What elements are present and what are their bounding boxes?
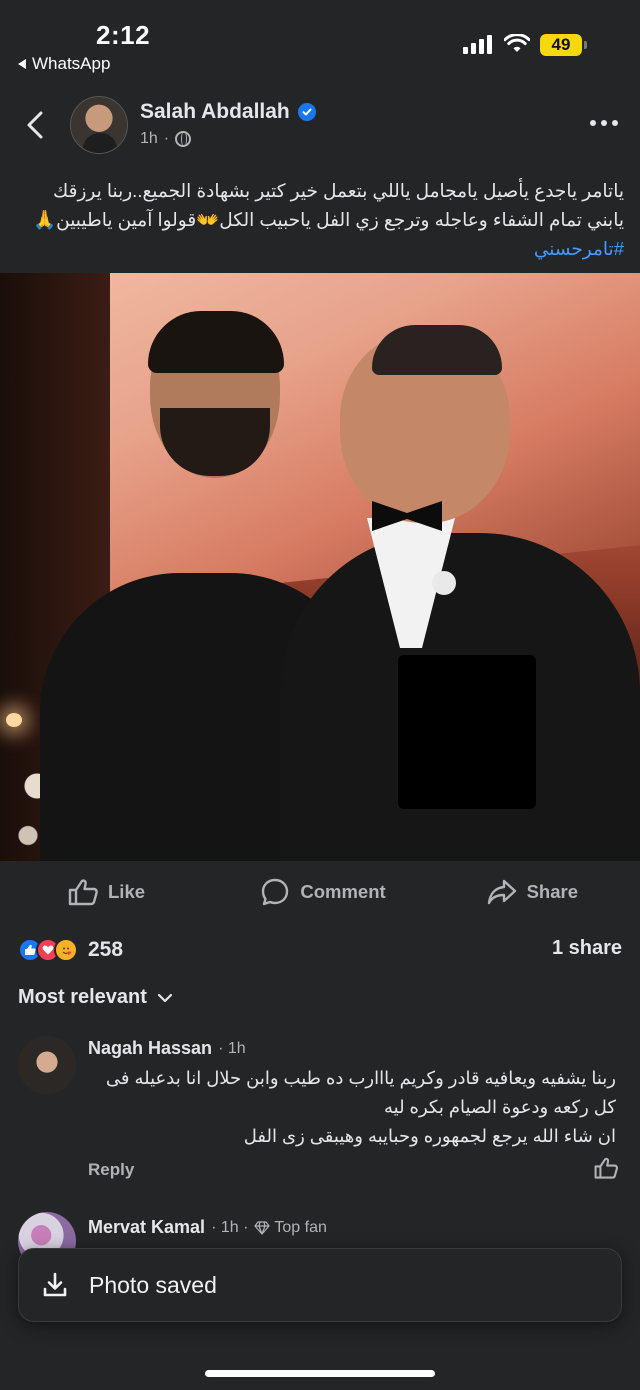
meta-separator: · — [163, 130, 170, 147]
top-fan-badge: Top fan — [254, 1218, 327, 1237]
reaction-count: 258 — [88, 938, 124, 961]
share-button[interactable]: Share — [408, 866, 640, 918]
comment-button[interactable]: Comment — [238, 866, 408, 918]
chevron-down-icon — [157, 993, 173, 1002]
commenter-name[interactable]: Mervat Kamal — [88, 1217, 205, 1238]
like-label: Like — [108, 881, 146, 902]
photo-lapel-rose — [432, 571, 456, 595]
back-triangle-icon — [18, 59, 26, 69]
photo-person-right-hair — [372, 325, 502, 375]
comment-time: · 1h — [218, 1039, 246, 1057]
comment-label: Comment — [300, 881, 386, 902]
battery-tip — [584, 41, 587, 49]
battery-indicator: 49 — [540, 34, 587, 56]
top-fan-label: Top fan — [274, 1218, 327, 1236]
toast-message: Photo saved — [89, 1271, 217, 1298]
home-indicator[interactable] — [205, 1370, 435, 1377]
facebook-post-screen: 2:12 WhatsApp 49 Salah Abdallah 1h · يات… — [0, 0, 640, 1390]
comment-time: · 1h · — [211, 1218, 249, 1236]
photo-redaction-box — [398, 655, 536, 809]
back-app-label: WhatsApp — [32, 54, 111, 73]
care-reaction-icon — [54, 938, 78, 962]
author-name-row: Salah Abdallah — [140, 100, 316, 124]
thumbs-up-icon — [68, 879, 98, 906]
hashtag-link[interactable]: #تامرحسني — [534, 238, 624, 259]
reaction-icons — [18, 938, 78, 962]
diamond-icon — [254, 1220, 271, 1235]
dot-icon — [601, 120, 607, 126]
status-icons — [463, 34, 530, 54]
back-arrow-icon[interactable] — [22, 110, 48, 140]
cellular-signal-icon — [463, 34, 492, 54]
comment-sort-dropdown[interactable]: Most relevant — [18, 986, 173, 1009]
reactions-summary[interactable]: 258 — [18, 934, 123, 966]
comment-text: ربنا يشفيه ويعافيه قادر وكريم يااارب ده … — [105, 1068, 616, 1146]
comment-like-icon[interactable] — [594, 1156, 618, 1180]
like-button[interactable]: Like — [0, 866, 238, 918]
post-photo[interactable] — [0, 273, 640, 861]
globe-icon — [175, 131, 192, 147]
post-time[interactable]: 1h — [140, 130, 158, 148]
verified-badge-icon — [297, 103, 316, 121]
commenter-name[interactable]: Nagah Hassan — [88, 1038, 212, 1059]
dot-icon — [590, 120, 596, 126]
post-text: ياتامر ياجدع يأصيل يامجامل ياللي بتعمل خ… — [18, 176, 624, 263]
author-avatar[interactable] — [70, 96, 128, 154]
comment-header: Mervat Kamal · 1h · Top fan — [88, 1217, 327, 1238]
back-to-app-link[interactable]: WhatsApp — [18, 54, 110, 74]
reply-button[interactable]: Reply — [88, 1160, 134, 1180]
share-count[interactable]: 1 share — [552, 937, 622, 960]
download-icon — [43, 1272, 67, 1297]
share-arrow-icon — [487, 879, 516, 905]
author-name[interactable]: Salah Abdallah — [140, 100, 290, 124]
post-action-bar: Like Comment Share — [0, 866, 640, 918]
commenter-avatar[interactable] — [18, 1036, 76, 1094]
post-header: Salah Abdallah 1h · — [0, 92, 640, 162]
comment-bubble-icon — [262, 878, 289, 906]
post-body: ياتامر ياجدع يأصيل يامجامل ياللي بتعمل خ… — [33, 180, 624, 230]
post-meta: 1h · — [140, 130, 192, 148]
dot-icon — [612, 120, 618, 126]
wifi-icon — [504, 34, 530, 52]
sort-label: Most relevant — [18, 986, 147, 1008]
photo-saved-toast: Photo saved — [18, 1248, 622, 1322]
photo-lamp — [6, 713, 22, 727]
status-time: 2:12 — [96, 20, 151, 50]
comment-header: Nagah Hassan · 1h — [88, 1038, 246, 1059]
battery-level: 49 — [540, 34, 582, 56]
status-bar: 2:12 WhatsApp 49 — [0, 0, 640, 80]
more-options-button[interactable] — [590, 120, 618, 126]
share-label: Share — [526, 881, 578, 902]
